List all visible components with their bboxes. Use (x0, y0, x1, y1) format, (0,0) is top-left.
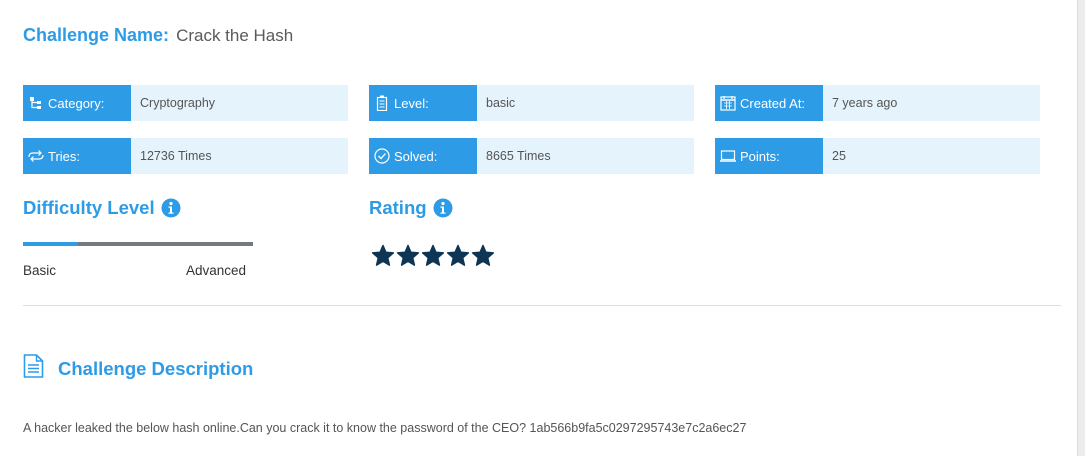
calendar-icon (719, 94, 737, 112)
document-icon (23, 354, 44, 383)
info-tries: Tries: 12736 Times (23, 138, 348, 174)
description-text: A hacker leaked the below hash online.Ca… (23, 421, 747, 435)
created-value: 7 years ago (823, 85, 1040, 121)
info-points: Points: 25 (715, 138, 1040, 174)
exchange-icon (27, 147, 45, 165)
info-icon[interactable] (433, 198, 453, 218)
star-icon[interactable] (371, 244, 395, 268)
laptop-icon (719, 147, 737, 165)
description-title: Challenge Description (58, 357, 254, 379)
info-category: Category: Cryptography (23, 85, 348, 121)
challenge-name-label: Challenge Name: (23, 25, 170, 45)
info-created: Created At: 7 years ago (715, 85, 1040, 121)
difficulty-max-label: Advanced (186, 263, 247, 278)
tries-value: 12736 Times (131, 138, 348, 174)
description-heading: Challenge Description (23, 354, 253, 383)
level-label: Level: (394, 95, 429, 111)
check-circle-icon (373, 147, 391, 165)
star-icon[interactable] (421, 244, 445, 268)
rating-title: Rating (369, 197, 427, 218)
challenge-name-value: Crack the Hash (176, 26, 294, 45)
star-icon[interactable] (446, 244, 470, 268)
section-divider (23, 305, 1061, 306)
info-solved: Solved: 8665 Times (369, 138, 694, 174)
sitemap-icon (27, 94, 45, 112)
difficulty-bar (23, 242, 253, 246)
star-icon[interactable] (396, 244, 420, 268)
tries-label: Tries: (48, 148, 81, 164)
info-level: Level: basic (369, 85, 694, 121)
rating-stars (371, 244, 495, 268)
created-label: Created At: (740, 95, 806, 111)
points-value: 25 (823, 138, 1040, 174)
category-label: Category: (48, 95, 105, 111)
level-value: basic (477, 85, 694, 121)
difficulty-title: Difficulty Level (23, 197, 155, 218)
category-value: Cryptography (131, 85, 348, 121)
challenge-title: Challenge Name: Crack the Hash (23, 25, 293, 46)
difficulty-min-label: Basic (23, 263, 57, 278)
points-label: Points: (740, 148, 780, 164)
difficulty-bar-fill (23, 242, 79, 246)
solved-value: 8665 Times (477, 138, 694, 174)
difficulty-heading: Difficulty Level (23, 197, 181, 219)
rating-heading: Rating (369, 197, 453, 219)
info-icon[interactable] (161, 198, 181, 218)
battery-icon (373, 94, 391, 112)
solved-label: Solved: (394, 148, 438, 164)
challenge-card: Challenge Name: Crack the Hash Category:… (0, 0, 1078, 456)
star-icon[interactable] (471, 244, 495, 268)
